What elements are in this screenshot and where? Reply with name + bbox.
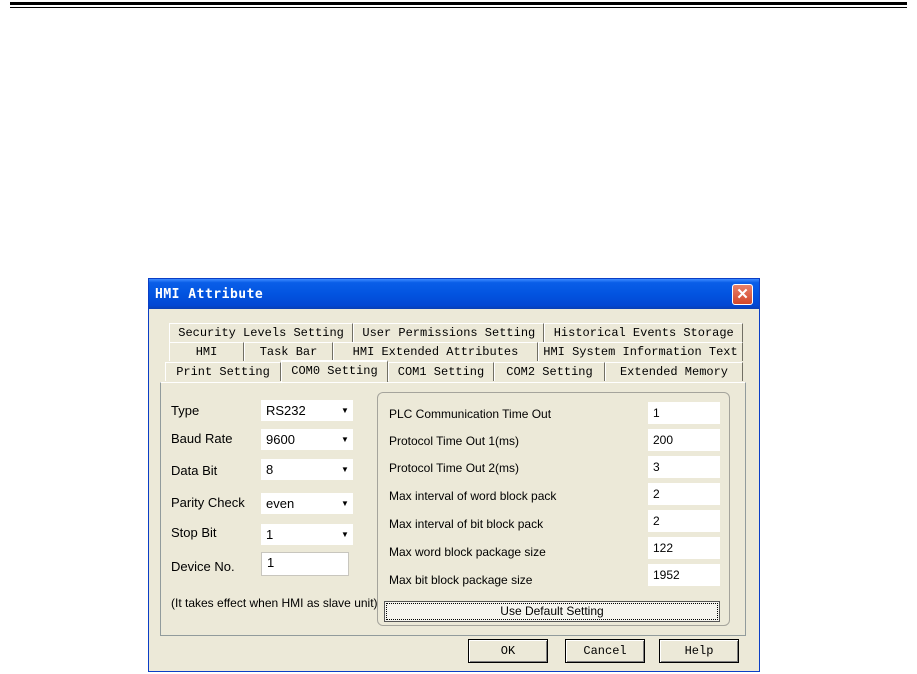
word-block-interval-input[interactable]: 2 [648,483,720,505]
baud-rate-value: 9600 [266,432,295,447]
close-icon: ✕ [736,286,749,303]
tab-security-levels[interactable]: Security Levels Setting [169,323,354,342]
protocol-timeout-1-label: Protocol Time Out 1(ms) [389,434,520,448]
data-bit-label: Data Bit [171,463,218,478]
protocol-timeout-1-input[interactable]: 200 [648,429,720,451]
parity-check-value: even [266,496,295,511]
document-top-rule [10,2,907,5]
plc-timeout-label: PLC Communication Time Out [389,407,552,421]
parity-check-select[interactable]: even ▼ [261,493,353,514]
tab-com0-setting[interactable]: COM0 Setting [281,360,388,382]
type-label: Type [171,403,200,418]
cancel-button[interactable]: Cancel [565,639,645,663]
slave-unit-note: (It takes effect when HMI as slave unit) [171,596,378,610]
help-button[interactable]: Help [659,639,739,663]
baud-rate-select[interactable]: 9600 ▼ [261,429,353,450]
baud-rate-label: Baud Rate [171,431,233,446]
dropdown-arrow-icon: ▼ [341,465,349,474]
title-bar[interactable]: HMI Attribute ✕ [149,279,759,309]
tab-com1-setting[interactable]: COM1 Setting [388,362,494,381]
dropdown-arrow-icon: ▼ [341,530,349,539]
type-select[interactable]: RS232 ▼ [261,400,353,421]
tab-hmi[interactable]: HMI [169,342,244,361]
stop-bit-select[interactable]: 1 ▼ [261,524,353,545]
bit-block-interval-label: Max interval of bit block pack [389,517,544,531]
stop-bit-label: Stop Bit [171,525,217,540]
ok-button[interactable]: OK [468,639,548,663]
use-default-setting-button[interactable]: Use Default Setting [384,601,720,622]
type-value: RS232 [266,403,306,418]
dropdown-arrow-icon: ▼ [341,435,349,444]
device-no-label: Device No. [171,559,235,574]
close-button[interactable]: ✕ [732,284,753,305]
protocol-timeout-2-label: Protocol Time Out 2(ms) [389,461,520,475]
document-top-rule-thin [10,7,907,8]
word-block-interval-label: Max interval of word block pack [389,489,557,503]
tab-row-3: Print Setting COM0 Setting COM1 Setting … [165,360,743,382]
bit-block-interval-input[interactable]: 2 [648,510,720,532]
data-bit-value: 8 [266,462,274,477]
dropdown-arrow-icon: ▼ [341,406,349,415]
protocol-timeout-2-input[interactable]: 3 [648,456,720,478]
tab-historical-events[interactable]: Historical Events Storage [544,323,743,342]
word-block-size-label: Max word block package size [389,545,546,559]
bit-block-size-input[interactable]: 1952 [648,564,720,586]
window-title: HMI Attribute [155,287,264,302]
tab-row-2: HMI Task Bar HMI Extended Attributes HMI… [169,342,743,361]
hmi-attribute-dialog: HMI Attribute ✕ Security Levels Setting … [148,278,760,672]
data-bit-select[interactable]: 8 ▼ [261,459,353,480]
tab-print-setting[interactable]: Print Setting [165,362,281,381]
timing-settings-group: PLC Communication Time Out 1 Protocol Ti… [377,392,730,626]
tab-extended-memory[interactable]: Extended Memory [605,362,743,381]
plc-timeout-input[interactable]: 1 [648,402,720,424]
tab-hmi-extended-attributes[interactable]: HMI Extended Attributes [333,342,538,361]
tab-task-bar[interactable]: Task Bar [244,342,333,361]
tab-row-1: Security Levels Setting User Permissions… [169,323,743,342]
word-block-size-input[interactable]: 122 [648,537,720,559]
parity-check-label: Parity Check [171,495,245,510]
tab-strip: Security Levels Setting User Permissions… [149,309,759,387]
tab-hmi-system-info[interactable]: HMI System Information Text [538,342,743,361]
device-no-input[interactable]: 1 [261,552,349,576]
bit-block-size-label: Max bit block package size [389,573,533,587]
tab-com2-setting[interactable]: COM2 Setting [494,362,605,381]
stop-bit-value: 1 [266,527,274,542]
tab-user-permissions[interactable]: User Permissions Setting [353,323,545,342]
dropdown-arrow-icon: ▼ [341,499,349,508]
